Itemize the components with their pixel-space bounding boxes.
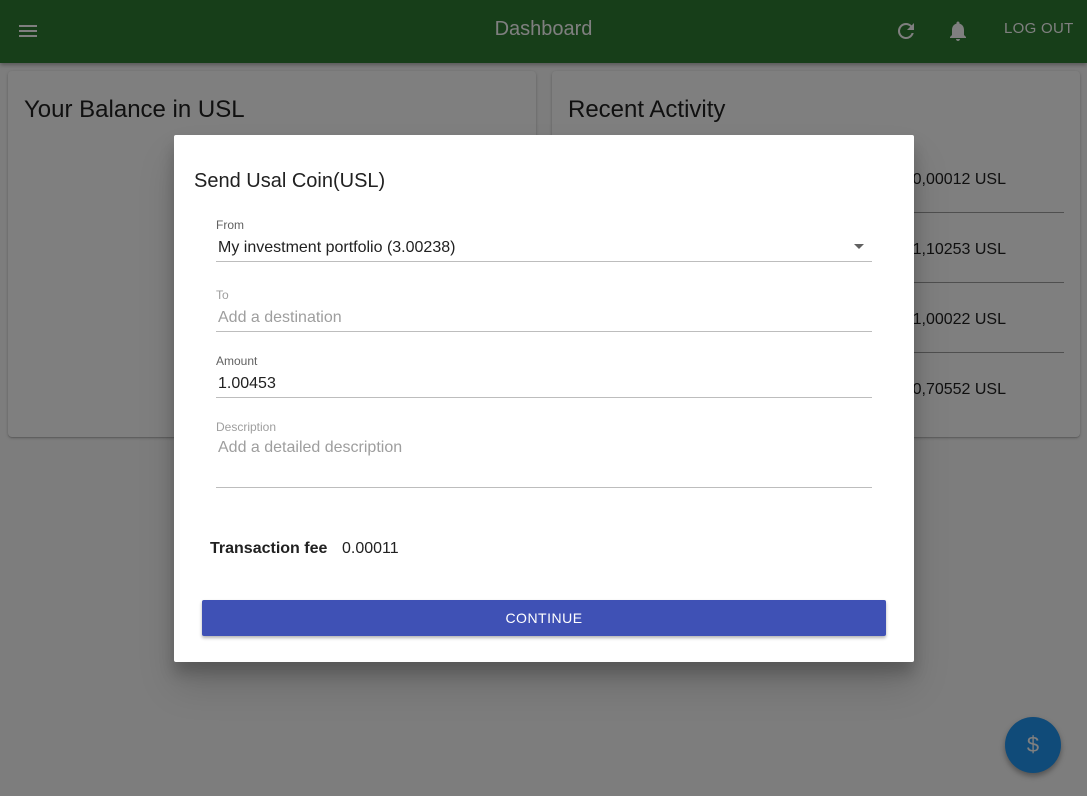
amount-field: Amount (216, 354, 874, 399)
amount-input[interactable] (216, 373, 874, 395)
description-field: Description (216, 420, 874, 490)
transaction-fee-label: Transaction fee (210, 540, 328, 557)
description-label: Description (216, 420, 277, 434)
dropdown-arrow-icon (854, 244, 864, 249)
description-underline (216, 487, 872, 488)
dialog-title: Send Usal Coin(USL) (194, 170, 386, 192)
transaction-fee-value: 0.00011 (342, 540, 399, 557)
description-input[interactable] (216, 439, 874, 483)
from-select[interactable]: From My investment portfolio (3.00238) (216, 218, 872, 263)
to-field: To (216, 288, 874, 333)
to-underline (216, 331, 872, 332)
to-input[interactable] (216, 307, 874, 329)
continue-button[interactable]: CONTINUE (202, 600, 886, 636)
from-underline (216, 261, 872, 262)
to-label: To (216, 288, 229, 302)
amount-label: Amount (216, 354, 258, 368)
from-label: From (216, 218, 244, 232)
send-coin-dialog: Send Usal Coin(USL) From My investment p… (174, 135, 914, 662)
from-value: My investment portfolio (3.00238) (218, 239, 456, 256)
amount-underline (216, 397, 872, 398)
